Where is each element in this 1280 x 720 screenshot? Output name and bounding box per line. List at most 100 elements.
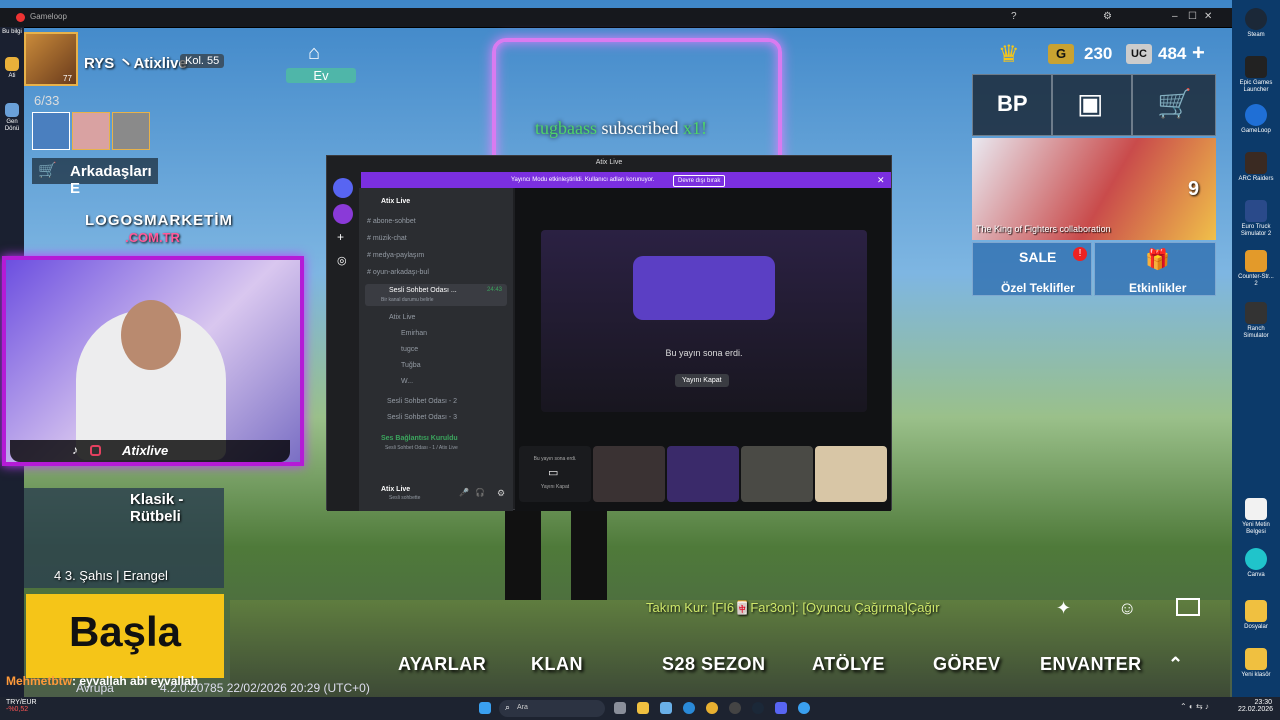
gameloop-desktop-icon[interactable]: GameLoop [1236,104,1276,135]
channel-item[interactable]: # abone-sohbet [367,218,416,225]
ranch-simulator-desktop-icon[interactable]: Ranch Simulator [1236,302,1276,340]
mode-label: Klasik - Rütbeli [130,491,184,525]
chrome-icon[interactable] [706,702,718,714]
explore-icon[interactable]: ◎ [337,254,347,267]
discord-taskbar-icon[interactable] [775,702,787,714]
special-offers-button[interactable]: SALE Özel Teklifler ! [972,242,1092,296]
friend-avatar[interactable] [112,112,150,150]
cart-icon: 🛒 [38,162,57,179]
battle-pass-icon: BP [997,91,1028,116]
files-desktop-icon[interactable]: Dosyalar [1236,600,1276,631]
voice-user[interactable]: tugce [401,346,418,353]
desktop-icon[interactable]: Bu bilgi [0,29,24,36]
canva-desktop-icon[interactable]: Canva [1236,548,1276,579]
voice-channel[interactable]: Sesli Sohbet Odası - 3 [387,414,457,421]
close-button[interactable]: ✕ [1204,11,1212,22]
desktop-icon[interactable]: Gen Dönü [0,103,24,133]
friend-avatar[interactable] [32,112,70,150]
events-button[interactable]: 🎁 Etkinlikler [1094,242,1216,296]
text-file-desktop-icon[interactable]: Yeni Metin Belgesi [1236,498,1276,536]
shop-button[interactable]: 🛒 [1132,74,1216,136]
tab-workshop[interactable]: ATÖLYE [812,654,885,675]
headphone-icon[interactable]: 🎧 [475,488,485,497]
events-label: Etkinlikler [1129,281,1187,295]
discord-home-icon[interactable] [333,178,353,198]
tray-icons[interactable]: ⌃ ◐ ⇆ ♪ [1180,702,1209,711]
wand-icon[interactable]: ✦ [1056,598,1071,619]
voice-user[interactable]: Emirhan [401,330,427,337]
photos-icon[interactable] [660,702,672,714]
banner-close-icon[interactable]: ✕ [877,172,885,188]
start-icon[interactable] [479,702,491,714]
currency-widget[interactable]: TRY/EUR -%0,52 [6,699,37,713]
webcam-frame [2,256,304,466]
friend-avatar[interactable] [72,112,110,150]
currency-change: -%0,52 [6,706,29,713]
sponsor-logo-line2: .COM.TR [125,230,180,245]
maximize-button[interactable]: ☐ [1188,11,1197,22]
voice-channel[interactable]: Sesli Sohbet Odası - 2 [387,398,457,405]
arc-raiders-desktop-icon[interactable]: ARC Raiders [1236,152,1276,183]
emote-icon[interactable]: ☺ [1118,598,1136,619]
voice-user[interactable]: W... [401,378,413,385]
voice-user[interactable]: Atix Live [389,314,415,321]
close-stream-button[interactable]: Yayını Kapat [675,374,729,387]
participant-tile[interactable] [593,446,665,502]
new-folder-desktop-icon[interactable]: Yeni klasör [1236,648,1276,679]
obs-icon[interactable] [729,702,741,714]
participant-tile[interactable] [741,446,813,502]
taskbar-search[interactable]: ⌕ Ara [499,700,605,717]
server-name[interactable]: Atix Live [381,198,410,205]
channel-item[interactable]: # müzik-chat [367,235,407,242]
channel-sidebar: Atix Live # abone-sohbet # müzik-chat # … [359,188,513,511]
friends-button[interactable]: 🛒 Arkadaşları E [32,158,158,197]
participant-tile[interactable] [667,446,739,502]
mic-icon[interactable]: 🎤 [459,488,469,497]
gameloop-taskbar-icon[interactable] [798,702,810,714]
battle-pass-button[interactable]: BP [972,74,1052,136]
start-button[interactable]: Başla [26,594,224,678]
help-icon[interactable]: ? [1011,11,1017,22]
tab-inventory[interactable]: ENVANTER [1040,654,1142,675]
chevron-up-icon[interactable]: ⌃ [1168,654,1183,675]
euro-truck-desktop-icon[interactable]: Euro Truck Simulator 2 [1236,200,1276,238]
minimize-button[interactable]: – [1172,11,1178,22]
clock[interactable]: 23:30 22.02.2026 [1238,699,1273,713]
settings-icon[interactable]: ⚙ [1103,11,1112,22]
voice-user[interactable]: Tuğba [401,362,421,369]
event-banner[interactable]: The King of Fighters collaboration 9 [972,138,1216,240]
tab-missions[interactable]: GÖREV [933,654,1001,675]
active-voice-channel[interactable]: Sesli Sohbet Odası ... 24:43 Bir kanal d… [365,284,507,306]
channel-item[interactable]: # oyun-arkadaşı-bul [367,269,429,276]
tab-settings[interactable]: AYARLAR [398,654,486,675]
tab-season[interactable]: S28 SEZON [662,654,766,675]
user-settings-icon[interactable]: ⚙ [497,488,505,499]
instagram-icon [90,445,101,456]
tab-clan[interactable]: KLAN [531,654,583,675]
crate-button[interactable]: ▣ [1052,74,1132,136]
server-rail: + ◎ [327,170,359,511]
mode-panel[interactable]: Klasik - Rütbeli 4 3. Şahıs | Erangel [24,488,224,588]
crown-icon[interactable]: ♛ [998,40,1020,69]
screen-icon[interactable] [1176,598,1200,616]
steam-taskbar-icon[interactable] [752,702,764,714]
epic-desktop-icon[interactable]: Epic Games Launcher [1236,56,1276,94]
monitor-icon: ▭ [548,467,559,479]
channel-item[interactable]: # medya-paylaşım [367,252,424,259]
file-explorer-icon[interactable] [637,702,649,714]
home-button[interactable]: ⌂ Ev [286,40,356,86]
counter-strike-desktop-icon[interactable]: Counter-Str... 2 [1236,250,1276,288]
edge-icon[interactable] [683,702,695,714]
steam-desktop-icon[interactable]: Steam [1236,8,1276,39]
desktop-icon[interactable]: Ati [0,57,24,80]
add-uc-button[interactable]: + [1192,40,1205,66]
user-name[interactable]: Atix Live [381,486,410,493]
desktop-right-strip: Steam Epic Games Launcher GameLoop ARC R… [1232,0,1280,697]
task-view-icon[interactable] [614,702,626,714]
participant-tile[interactable]: ▭ Bu yayın sona erdi. Yayını Kapat [519,446,591,502]
disable-streamer-mode-button[interactable]: Devre dışı bırak [673,175,726,187]
participant-tile[interactable] [815,446,887,502]
special-offers-label: Özel Teklifler [1001,281,1075,295]
add-server-icon[interactable]: + [337,230,344,244]
server-icon[interactable] [333,204,353,224]
